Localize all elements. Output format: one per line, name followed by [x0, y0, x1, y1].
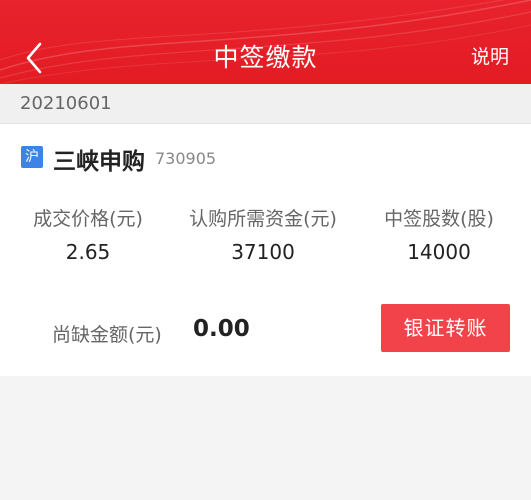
date-section-header: 20210601 — [0, 84, 531, 124]
shortfall-label: 尚缺金额(元) — [52, 324, 162, 346]
app-header: 中签缴款 说明 — [0, 0, 531, 84]
market-badge: 沪 — [21, 146, 43, 168]
page-title: 中签缴款 — [213, 43, 318, 72]
required-funds-value: 37100 — [231, 240, 295, 264]
allotted-shares-label: 中签股数(股) — [384, 208, 494, 230]
required-funds-label: 认购所需资金(元) — [189, 208, 337, 230]
allotted-shares-value: 14000 — [407, 240, 471, 264]
stock-code: 730905 — [155, 149, 217, 168]
allotment-card: 沪 三峡申购 730905 成交价格(元) 2.65 认购所需资金(元) 371… — [0, 124, 531, 376]
help-link[interactable]: 说明 — [471, 42, 509, 69]
bank-transfer-button[interactable]: 银证转账 — [381, 304, 510, 352]
price-label: 成交价格(元) — [33, 208, 143, 230]
date-label: 20210601 — [20, 93, 112, 114]
price-value: 2.65 — [65, 240, 111, 264]
shortfall-value: 0.00 — [193, 316, 250, 342]
stock-name: 三峡申购 — [53, 149, 145, 175]
